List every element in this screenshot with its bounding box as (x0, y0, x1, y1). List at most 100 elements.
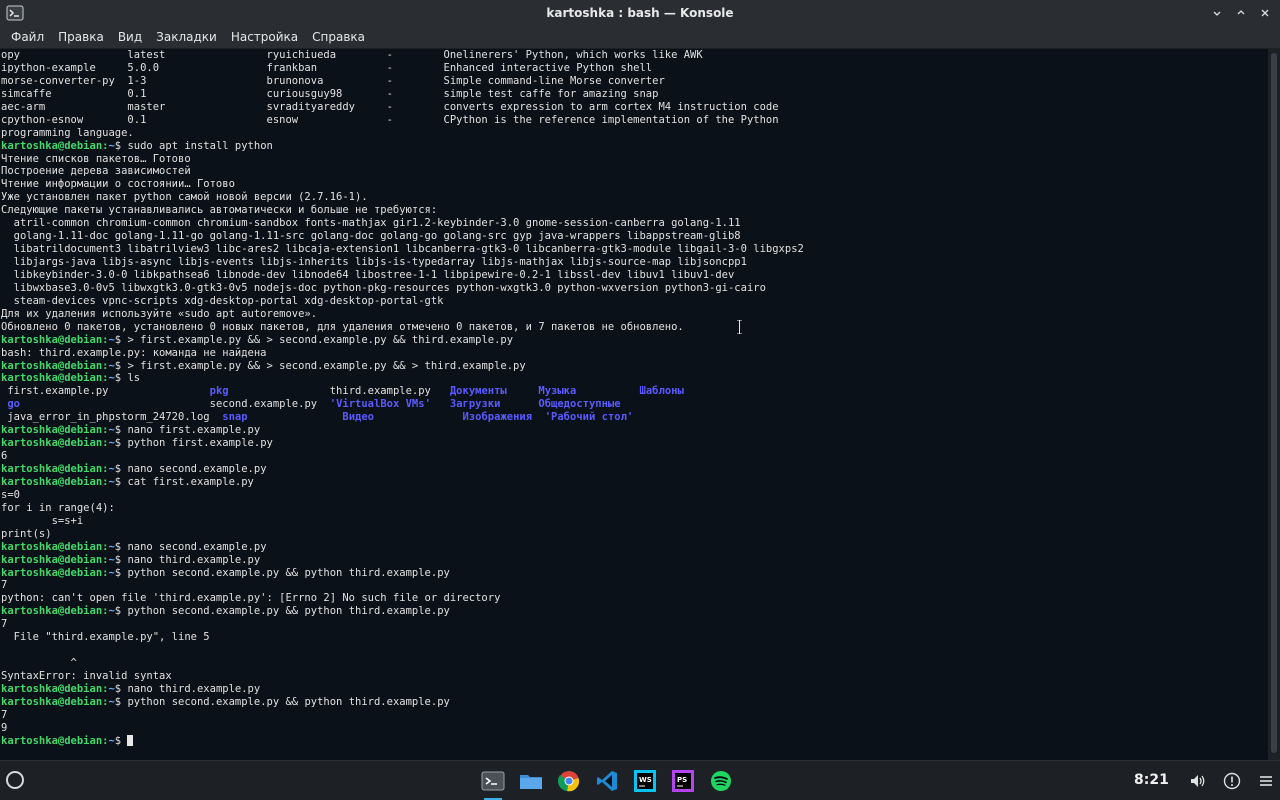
ls-text (507, 385, 539, 397)
terminal-output-line: ^ (1, 657, 77, 670)
terminal-output-line: Обновлено 0 пакетов, установлено 0 новых… (1, 320, 684, 333)
command-text: $ ls (114, 372, 141, 385)
terminal-output-line: libjargs-java libjs-async libjs-events l… (1, 256, 747, 268)
text-cursor-icon (737, 320, 742, 334)
terminal-output-line: programming language. (1, 126, 134, 139)
command-text: $ nano third.example.py (114, 682, 261, 695)
prompt-user: kartoshka@debian: (1, 475, 109, 488)
app-launcher-button[interactable] (6, 771, 24, 789)
minimize-button[interactable] (1208, 4, 1226, 22)
terminal-output-line: opy latest ryuichiueda - Onelinerers' Py… (1, 49, 703, 61)
command-text: $ python second.example.py && python thi… (114, 605, 450, 618)
terminal-output-line: simcaffe 0.1 curiousguy98 - simple test … (1, 87, 659, 100)
menu-view[interactable]: Вид (111, 26, 149, 49)
taskbar-chrome[interactable] (554, 767, 584, 795)
volume-icon (1191, 775, 1205, 787)
menu-file[interactable]: Файл (4, 26, 51, 49)
terminal-output-line: s=s+i (1, 514, 84, 527)
ls-directory-entry: snap (222, 411, 248, 424)
tray-menu-button[interactable] (1256, 771, 1276, 791)
taskbar-vscode[interactable] (592, 767, 622, 795)
taskbar-konsole[interactable] (478, 767, 508, 800)
volume-button[interactable] (1188, 771, 1208, 791)
webstorm-icon: WS (634, 770, 656, 792)
command-text: $ (114, 734, 128, 747)
taskbar-files[interactable] (516, 767, 546, 795)
terminal-command-line: kartoshka@debian:~$ python second.exampl… (1, 696, 1268, 709)
prompt-user: kartoshka@debian: (1, 540, 109, 553)
terminal-output-line: bash: third.example.py: команда не найде… (1, 346, 267, 359)
svg-text:WS: WS (639, 776, 652, 784)
menu-settings[interactable]: Настройка (224, 26, 305, 49)
prompt-user: kartoshka@debian: (1, 734, 109, 747)
terminal-output[interactable]: opy latest ryuichiueda - Onelinerers' Py… (0, 49, 1268, 760)
terminal-command-line: kartoshka@debian:~$ nano second.example.… (1, 541, 1268, 554)
menu-bookmarks[interactable]: Закладки (149, 26, 224, 49)
close-icon (1261, 9, 1269, 17)
terminal-command-line: kartoshka@debian:~$ nano third.example.p… (1, 554, 1268, 567)
minimize-icon (1213, 11, 1221, 16)
command-text: $ nano third.example.py (114, 553, 261, 566)
menu-bar: Файл Правка Вид Закладки Настройка Справ… (0, 26, 1280, 49)
terminal-command-line: kartoshka@debian:~$ cat first.example.py (1, 476, 1268, 489)
command-text: $ python second.example.py && python thi… (114, 566, 450, 579)
ls-directory-entry: Музыка (538, 385, 577, 398)
menu-icon (1260, 776, 1272, 786)
maximize-button[interactable] (1232, 4, 1250, 22)
ls-directory-entry: pkg (209, 385, 229, 398)
prompt-user: kartoshka@debian: (1, 333, 109, 346)
terminal-scrollbar[interactable] (1268, 49, 1280, 760)
konsole-app-icon[interactable] (6, 4, 24, 22)
terminal-command-line: kartoshka@debian:~$ nano third.example.p… (1, 683, 1268, 696)
ls-text (500, 398, 538, 410)
terminal-command-line: kartoshka@debian:~$ (1, 735, 1268, 748)
terminal-output-line: morse-converter-py 1-3 brunonova - Simpl… (1, 74, 665, 87)
menu-edit[interactable]: Правка (51, 26, 111, 49)
ls-directory-entry: Видео (342, 411, 374, 424)
ls-directory-entry: Загрузки (449, 398, 501, 411)
terminal-output-line: steam-devices vpnc-scripts xdg-desktop-p… (1, 294, 444, 307)
menu-help[interactable]: Справка (305, 26, 372, 49)
taskbar-apps: WS PS (478, 767, 736, 800)
taskbar-webstorm[interactable]: WS (630, 767, 660, 795)
clock[interactable]: 8:21 (1134, 772, 1169, 788)
terminal-output-line: libatrildocument3 libatrilview3 libc-are… (1, 243, 804, 256)
prompt-user: kartoshka@debian: (1, 553, 109, 566)
terminal-output-line: cpython-esnow 0.1 esnow - CPython is the… (1, 113, 779, 126)
terminal-output-line: 6 (1, 450, 8, 463)
terminal-output-line: first.example.py pkg third.example.py До… (1, 385, 1268, 398)
terminal-command-line: kartoshka@debian:~$ python second.exampl… (1, 605, 1268, 618)
phpstorm-icon: PS (672, 770, 694, 792)
terminal-output-line: Уже установлен пакет python самой новой … (1, 191, 368, 204)
terminal-command-line: kartoshka@debian:~$ nano second.example.… (1, 463, 1268, 476)
terminal-output-line: s=0 (1, 488, 20, 501)
taskbar-spotify[interactable] (706, 767, 736, 795)
window-title: kartoshka : bash — Konsole (546, 6, 734, 20)
scrollbar-thumb[interactable] (1271, 53, 1277, 753)
terminal-output-line: libwxbase3.0-0v5 libwxgtk3.0-gtk3-0v5 no… (1, 281, 766, 294)
folder-icon (520, 775, 542, 789)
terminal-command-line: kartoshka@debian:~$ > first.example.py &… (1, 360, 1268, 373)
ls-directory-entry: Шаблоны (639, 385, 684, 398)
command-text: $ python first.example.py (114, 437, 273, 450)
prompt-user: kartoshka@debian: (1, 424, 109, 437)
notifications-button[interactable] (1222, 771, 1242, 791)
ls-text: first.example.py (1, 385, 210, 398)
terminal-output-line: Для их удаления используйте «sudo apt au… (1, 307, 318, 320)
ls-text (576, 385, 639, 397)
close-button[interactable] (1256, 4, 1274, 22)
svg-text:PS: PS (677, 776, 687, 784)
prompt-user: kartoshka@debian: (1, 605, 109, 618)
terminal-output-line: Следующие пакеты устанавливались автомат… (1, 204, 438, 217)
command-text: $ sudo apt install python (114, 139, 273, 152)
terminal-command-line: kartoshka@debian:~$ sudo apt install pyt… (1, 140, 1268, 153)
prompt-user: kartoshka@debian: (1, 139, 109, 152)
system-tray (1188, 771, 1276, 791)
command-text: $ nano first.example.py (114, 424, 261, 437)
window-titlebar[interactable]: kartoshka : bash — Konsole (0, 0, 1280, 26)
taskbar-phpstorm[interactable]: PS (668, 767, 698, 795)
terminal-output-line: java_error_in_phpstorm_24720.log snap Ви… (1, 411, 1268, 424)
terminal-output-line: atril-common chromium-common chromium-sa… (1, 217, 741, 230)
terminal-output-line: for i in range(4): (1, 501, 115, 514)
terminal-output-line: go second.example.py 'VirtualBox VMs' За… (1, 398, 1268, 411)
